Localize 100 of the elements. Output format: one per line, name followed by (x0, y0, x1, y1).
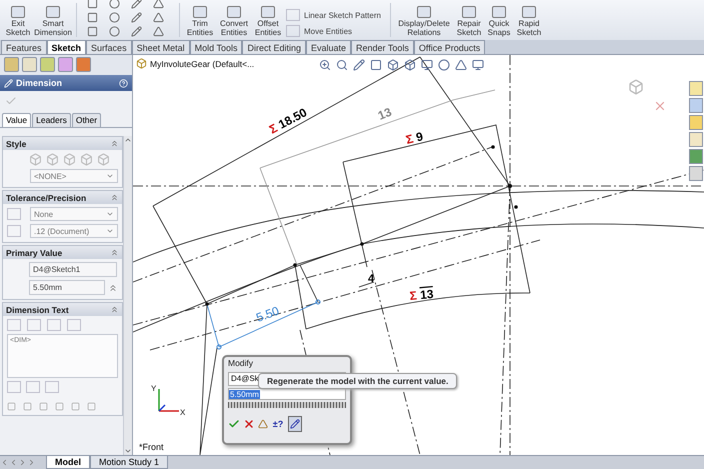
cancel-icon[interactable] (243, 418, 255, 430)
ok-icon[interactable] (5, 95, 17, 107)
toolbar-button[interactable]: Display/Delete Relations (395, 6, 453, 37)
task-pane-icon[interactable] (689, 166, 703, 181)
panel-tab[interactable]: Value (2, 113, 32, 127)
section-title: Primary Value (6, 248, 62, 258)
sketch-tool-icon[interactable] (87, 12, 98, 23)
thumbwheel[interactable] (228, 402, 346, 408)
last-tab-icon[interactable] (27, 458, 36, 467)
sketch-tool-icon[interactable] (87, 26, 98, 37)
style-icon[interactable] (46, 153, 59, 166)
precision-dropdown[interactable]: None (30, 207, 118, 221)
dimension-icon (4, 78, 13, 88)
mark-button[interactable] (288, 416, 302, 432)
part-icon[interactable] (136, 58, 147, 69)
style-icon[interactable] (29, 153, 42, 166)
align-icon[interactable] (26, 381, 40, 393)
scroll-down-icon[interactable] (124, 447, 132, 455)
panel-tab-icon[interactable] (4, 57, 19, 72)
sketch-tool-icon[interactable] (153, 26, 164, 37)
collapse-icon[interactable] (110, 305, 119, 314)
next-tab-icon[interactable] (18, 458, 27, 467)
panel-tab-icon[interactable] (22, 57, 37, 72)
help-icon[interactable] (119, 78, 128, 88)
dialog-title: Modify (228, 358, 254, 370)
value-field[interactable]: 5.50mm (29, 280, 105, 295)
ribbon-tab[interactable]: Direct Editing (242, 40, 306, 54)
align-icon[interactable] (7, 381, 21, 393)
collapse-icon[interactable] (110, 248, 119, 257)
sketch-tool-icon[interactable] (131, 0, 142, 9)
ribbon-tab[interactable]: Features (1, 40, 47, 54)
view-tool-icon[interactable] (421, 59, 433, 71)
toolbar-button[interactable]: Rapid Sketch (515, 6, 543, 37)
task-pane-icon[interactable] (689, 115, 703, 130)
panel-tab-icon[interactable] (40, 57, 55, 72)
toolbar-button[interactable]: Trim Entities (184, 6, 216, 37)
task-pane-icon[interactable] (689, 98, 703, 113)
toolbar-button[interactable]: Convert Entities (218, 6, 250, 37)
dimension-label[interactable]: Σ 18.50 (266, 105, 310, 137)
name-field[interactable]: D4@Sketch1 (29, 262, 117, 277)
style-icon[interactable] (80, 153, 93, 166)
style-icon[interactable] (63, 153, 76, 166)
collapse-icon[interactable] (110, 139, 119, 148)
sketch-tool-icon[interactable] (109, 0, 120, 9)
tolerance-button[interactable]: ±? (271, 416, 285, 432)
close-icon[interactable] (653, 99, 667, 113)
style-dropdown[interactable]: <NONE> (30, 169, 118, 183)
dimension-label[interactable]: 13 (376, 104, 394, 123)
collapse-icon[interactable] (110, 193, 119, 202)
ribbon-tab[interactable]: Sheet Metal (132, 40, 190, 54)
ribbon-tab[interactable]: Mold Tools (190, 40, 242, 54)
view-tool-icon[interactable] (404, 59, 416, 71)
sketch-tool-icon[interactable] (153, 12, 164, 23)
text-format-icon[interactable] (47, 319, 61, 331)
text-format-icon[interactable] (67, 319, 81, 331)
precision-dropdown[interactable]: .12 (Document) (30, 224, 118, 238)
ribbon-tab[interactable]: Office Products (414, 40, 486, 54)
sketch-tool-icon[interactable] (131, 26, 142, 37)
view-tool-icon[interactable] (387, 59, 399, 71)
ribbon-tab[interactable]: Render Tools (351, 40, 414, 54)
toolbar-button[interactable]: Offset Entities (252, 6, 284, 37)
value-field[interactable]: 5.50mm (228, 388, 346, 400)
toolbar-item[interactable]: Linear Sketch Pattern (286, 9, 386, 21)
ribbon-tab[interactable]: Surfaces (86, 40, 132, 54)
task-pane-icon[interactable] (689, 81, 703, 96)
scrollbar[interactable] (123, 136, 132, 455)
sketch-tool-icon[interactable] (131, 12, 142, 23)
ok-icon[interactable] (228, 418, 240, 430)
dimension-label[interactable]: 5.50 (254, 304, 281, 325)
toolbar-button[interactable]: Exit Sketch (4, 6, 32, 37)
sketch-tool-icon[interactable] (87, 0, 98, 9)
sketch-tool-icon[interactable] (109, 12, 120, 23)
dimension-label[interactable]: Σ 9 (404, 129, 424, 147)
panel-tab[interactable]: Other (72, 113, 102, 127)
toolbar-item[interactable]: Move Entities (286, 25, 386, 37)
bottom-tab[interactable]: Model (46, 456, 90, 469)
toolbar-button[interactable]: Repair Sketch (455, 6, 483, 37)
dimension-label[interactable]: 4 (368, 273, 374, 285)
rebuild-icon[interactable] (258, 419, 268, 429)
panel-tab[interactable]: Leaders (32, 113, 71, 127)
toolbar-button[interactable]: Quick Snaps (485, 6, 513, 37)
style-icon[interactable] (97, 153, 110, 166)
tree-item[interactable]: MyInvoluteGear (Default<... (150, 58, 254, 68)
task-pane-icon[interactable] (689, 132, 703, 147)
first-tab-icon[interactable] (0, 458, 9, 467)
text-format-icon[interactable] (7, 319, 21, 331)
dimension-label[interactable]: Σ 13 (409, 286, 434, 303)
align-icon[interactable] (45, 381, 59, 393)
precision-icon (7, 208, 21, 220)
ribbon-tab[interactable]: Sketch (46, 40, 86, 54)
toolbar-button[interactable]: Smart Dimension (34, 6, 72, 37)
sketch-tool-icon[interactable] (109, 26, 120, 37)
bottom-tab[interactable]: Motion Study 1 (90, 456, 168, 469)
sketch-tool-icon[interactable] (153, 0, 164, 9)
previous-tab-icon[interactable] (9, 458, 18, 467)
text-format-icon[interactable] (27, 319, 41, 331)
panel-tab-icon[interactable] (58, 57, 73, 72)
spinner-icon[interactable] (108, 282, 118, 292)
scroll-up-icon[interactable] (124, 136, 132, 144)
ribbon-tab[interactable]: Evaluate (306, 40, 352, 54)
